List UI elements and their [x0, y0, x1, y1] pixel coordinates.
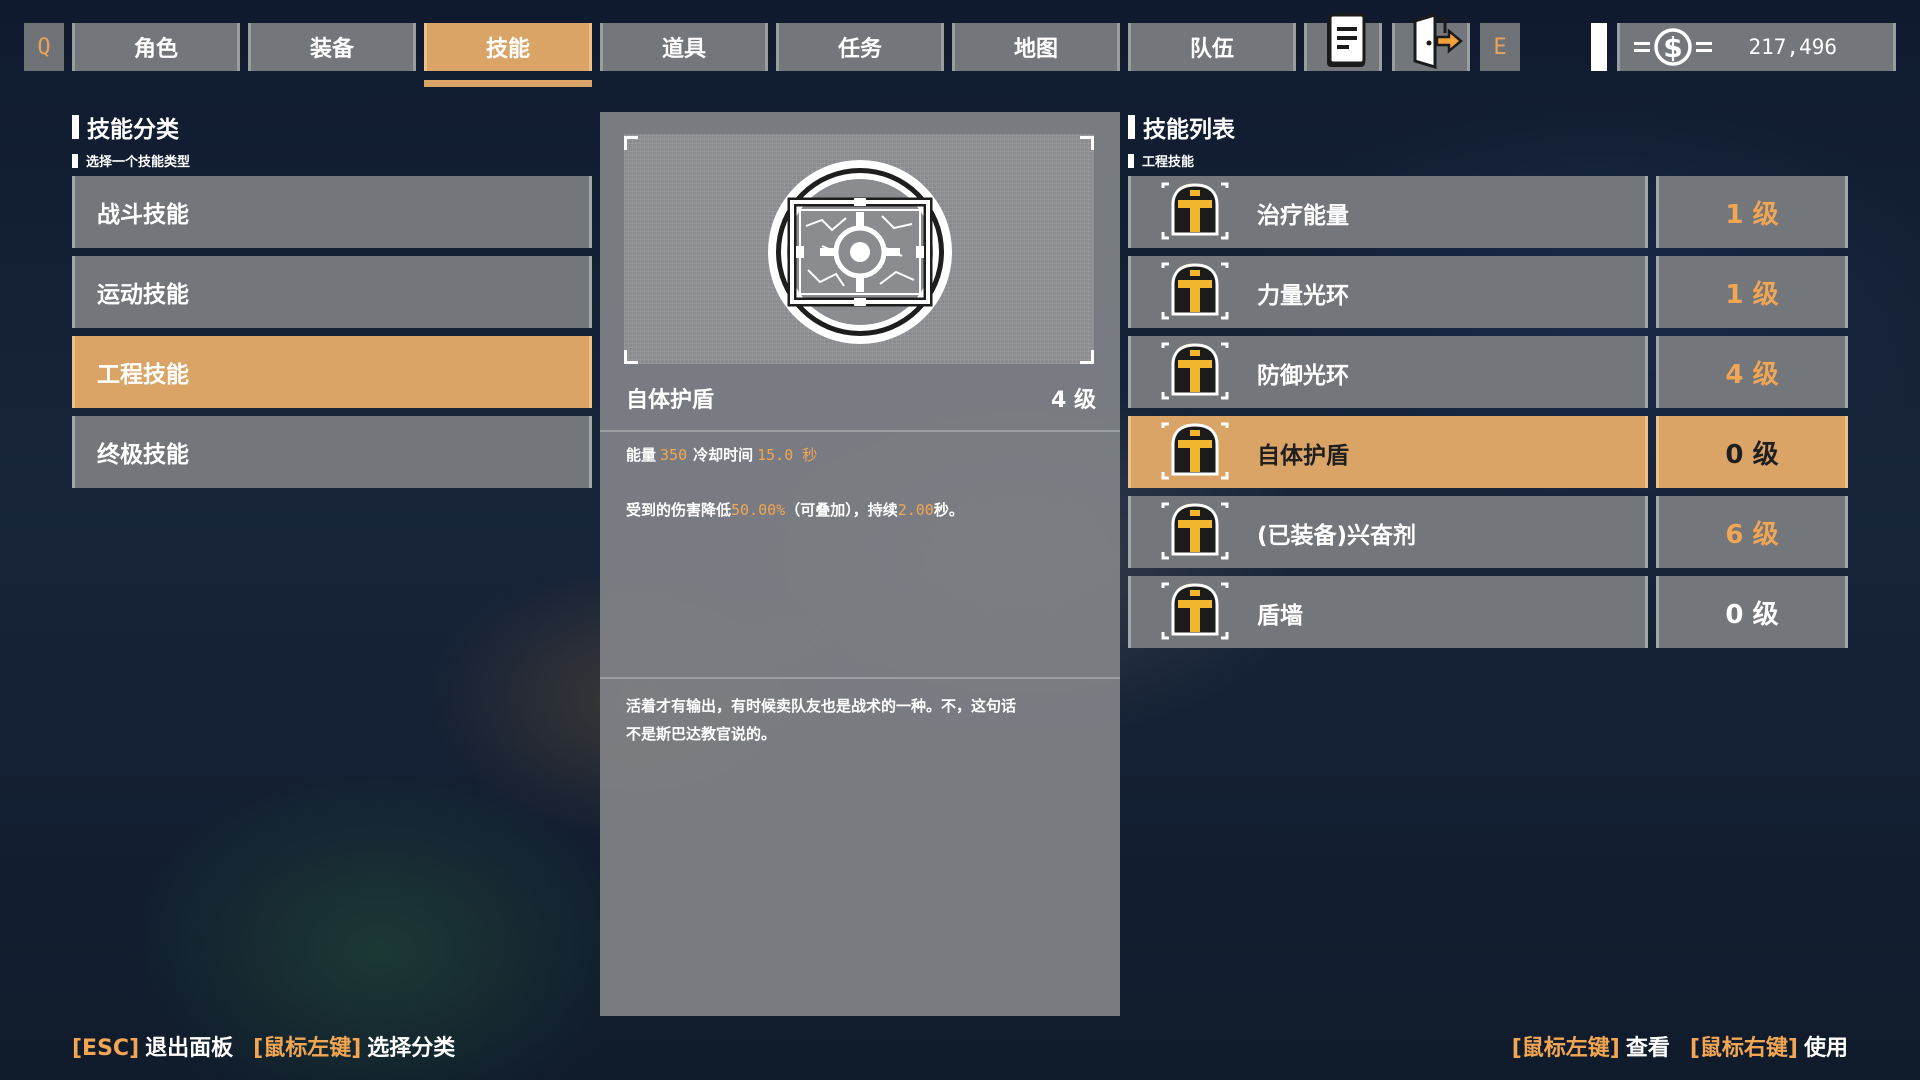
- energy-label: 能量: [626, 446, 657, 464]
- helmet-icon: [1161, 342, 1229, 400]
- svg-text:$: $: [1663, 31, 1682, 64]
- frame-corner: [624, 350, 638, 364]
- skill-row-level: 1 级: [1656, 256, 1848, 328]
- money-marker: [1591, 23, 1607, 71]
- effect-text: 秒。: [933, 501, 964, 519]
- tab-team[interactable]: 队伍: [1128, 23, 1296, 71]
- skill-row-level: 0 级: [1656, 416, 1848, 488]
- active-tab-indicator: [424, 80, 592, 87]
- detail-skill-level: 4 级: [1051, 388, 1096, 413]
- skill-row-level: 0 级: [1656, 576, 1848, 648]
- tab-skills[interactable]: 技能: [424, 23, 592, 71]
- hint-right-click: [鼠标右键] 使用: [1690, 1030, 1848, 1062]
- hint-action: 查看: [1625, 1036, 1670, 1061]
- tab-character[interactable]: 角色: [72, 23, 240, 71]
- prev-tab-key[interactable]: Q: [24, 23, 64, 71]
- exit-door-icon: [1413, 12, 1463, 70]
- skill-row-name: 力量光环: [1257, 283, 1349, 309]
- hint-left-click: [鼠标左键] 查看: [1512, 1030, 1670, 1062]
- shield-emblem-icon: [768, 160, 952, 344]
- helmet-icon: [1161, 262, 1229, 320]
- skill-row-name: (已装备)兴奋剂: [1257, 523, 1417, 549]
- skill-row-defense-aura[interactable]: 防御光环: [1128, 336, 1648, 408]
- cooldown-value: 15.0 秒: [757, 446, 818, 464]
- skill-list-subheading-text: 工程技能: [1142, 155, 1195, 170]
- category-engineering[interactable]: 工程技能: [72, 336, 592, 408]
- skill-row-level: 6 级: [1656, 496, 1848, 568]
- exit-tab[interactable]: [1392, 12, 1470, 71]
- category-movement[interactable]: 运动技能: [72, 256, 592, 328]
- journal-icon: [1327, 13, 1366, 67]
- skill-detail-panel: 自体护盾 4 级 能量 350 冷却时间 15.0 秒 受到的伤害降低50.00%（可…: [600, 112, 1120, 1016]
- money-amount: 217,496: [1748, 35, 1837, 59]
- skill-row-power-aura[interactable]: 力量光环: [1128, 256, 1648, 328]
- next-tab-key[interactable]: E: [1480, 23, 1520, 71]
- hint-key: [鼠标左键]: [1511, 1036, 1620, 1061]
- frame-corner: [624, 136, 638, 150]
- divider: [600, 430, 1120, 432]
- hint-key: [ESC]: [72, 1036, 140, 1061]
- category-ultimate[interactable]: 终极技能: [72, 416, 592, 488]
- flavor-line: 活着才有输出，有时候卖队友也是战术的一种。不，这句话: [626, 697, 1017, 715]
- hint-left-click: [鼠标左键] 选择分类: [253, 1030, 455, 1062]
- skill-stats: 能量 350 冷却时间 15.0 秒: [626, 444, 823, 465]
- skill-effect: 受到的伤害降低50.00%（可叠加），持续2.00秒。: [626, 499, 964, 520]
- effect-reduction-value: 50.00%: [731, 501, 786, 519]
- effect-duration-value: 2.00: [897, 501, 934, 519]
- skill-row-level: 4 级: [1656, 336, 1848, 408]
- skill-row-name: 盾墙: [1257, 603, 1303, 629]
- skill-list-subheading: 工程技能: [1128, 151, 1194, 170]
- money-display: $ 217,496: [1617, 23, 1896, 71]
- energy-value: 350: [660, 446, 688, 464]
- tab-equipment[interactable]: 装备: [248, 23, 416, 71]
- skill-flavor-text: 活着才有输出，有时候卖队友也是战术的一种。不，这句话 不是斯巴达教官说的。: [626, 692, 1106, 748]
- flavor-line: 不是斯巴达教官说的。: [626, 725, 777, 743]
- skill-row-self-shield[interactable]: 自体护盾: [1128, 416, 1648, 488]
- hint-action: 选择分类: [367, 1036, 456, 1061]
- helmet-icon: [1161, 582, 1229, 640]
- hint-action: 退出面板: [145, 1036, 234, 1061]
- footer-hints-left: [ESC] 退出面板 [鼠标左键] 选择分类: [72, 1030, 455, 1062]
- effect-text: 受到的伤害降低: [626, 501, 732, 519]
- tab-items[interactable]: 道具: [600, 23, 768, 71]
- skill-list-heading: 技能列表: [1128, 110, 1235, 144]
- category-heading-text: 技能分类: [87, 117, 179, 143]
- divider: [600, 677, 1120, 679]
- frame-corner: [1080, 350, 1094, 364]
- skill-row-name: 自体护盾: [1257, 443, 1349, 469]
- cooldown-label: 冷却时间: [693, 446, 754, 464]
- category-combat[interactable]: 战斗技能: [72, 176, 592, 248]
- journal-tab[interactable]: [1304, 13, 1382, 71]
- hint-key: [鼠标左键]: [253, 1036, 362, 1061]
- category-subheading: 选择一个技能类型: [72, 151, 190, 170]
- category-heading: 技能分类: [72, 110, 179, 144]
- tab-map[interactable]: 地图: [952, 23, 1120, 71]
- skill-row-shield-wall[interactable]: 盾墙: [1128, 576, 1648, 648]
- skill-row-name: 治疗能量: [1257, 203, 1349, 229]
- footer-hints-right: [鼠标左键] 查看 [鼠标右键] 使用: [1512, 1030, 1848, 1062]
- frame-corner: [1080, 136, 1094, 150]
- hint-esc: [ESC] 退出面板: [72, 1030, 233, 1062]
- detail-skill-name: 自体护盾: [626, 388, 715, 413]
- hint-action: 使用: [1803, 1036, 1848, 1061]
- skill-row-name: 防御光环: [1257, 363, 1349, 389]
- effect-text: （可叠加），持续: [785, 501, 898, 519]
- dollar-icon: $: [1634, 28, 1712, 66]
- category-subheading-text: 选择一个技能类型: [86, 155, 191, 170]
- tab-quests[interactable]: 任务: [776, 23, 944, 71]
- skill-list-heading-text: 技能列表: [1143, 117, 1235, 143]
- helmet-icon: [1161, 422, 1229, 480]
- helmet-icon: [1161, 182, 1229, 240]
- helmet-icon: [1161, 502, 1229, 560]
- skill-row-level: 1 级: [1656, 176, 1848, 248]
- skill-row-heal-energy[interactable]: 治疗能量: [1128, 176, 1648, 248]
- hint-key: [鼠标右键]: [1689, 1036, 1798, 1061]
- skill-row-stimulant[interactable]: (已装备)兴奋剂: [1128, 496, 1648, 568]
